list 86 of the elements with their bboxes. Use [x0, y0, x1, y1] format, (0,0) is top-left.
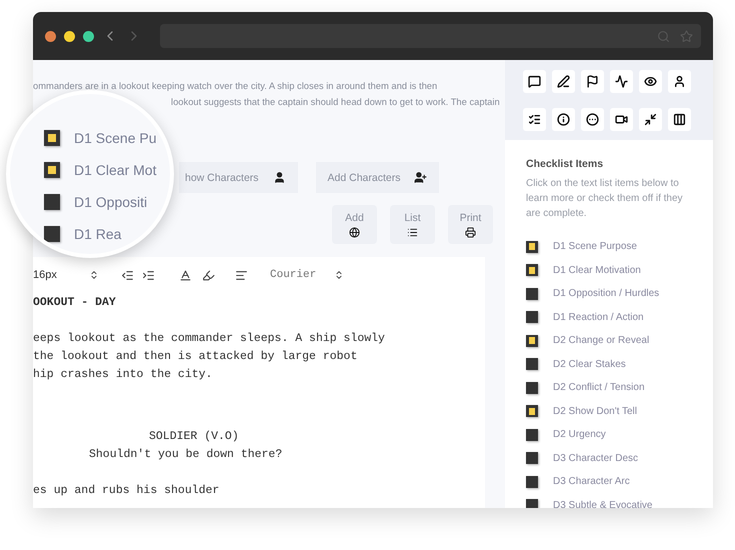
- checkbox[interactable]: [526, 499, 538, 508]
- tool-tile[interactable]: [552, 70, 575, 93]
- maximize-dot[interactable]: [83, 30, 94, 42]
- search-icon: [657, 30, 670, 42]
- checklist-title: Checklist Items: [526, 158, 604, 170]
- checkbox[interactable]: [526, 358, 538, 370]
- action-button[interactable]: List: [390, 205, 435, 244]
- tool-tile[interactable]: [639, 108, 662, 131]
- action-button[interactable]: Print: [448, 205, 493, 244]
- outdent-icon[interactable]: [121, 268, 134, 282]
- checklist-item: D1 Rea: [74, 226, 122, 242]
- checklist-item[interactable]: D2 Conflict / Tension: [553, 382, 645, 394]
- tool-tile[interactable]: [610, 70, 633, 93]
- characters-button[interactable]: how Characters: [179, 162, 298, 193]
- tool-tile[interactable]: [668, 108, 691, 131]
- close-dot[interactable]: [45, 30, 56, 42]
- eye-icon: [644, 75, 657, 88]
- description-text: ommanders are in a lookout keeping watch over the city. A ship closes in around them and is then: [33, 79, 438, 93]
- font-color-icon[interactable]: [179, 268, 192, 282]
- checkbox[interactable]: [526, 476, 538, 488]
- checklist-item[interactable]: D3 Character Desc: [553, 452, 638, 464]
- checklist-item[interactable]: D2 Show Don't Tell: [553, 406, 637, 417]
- tool-tile[interactable]: [523, 70, 546, 93]
- script-line: es up and rubs his shoulder: [33, 483, 220, 499]
- print-icon: [465, 226, 476, 238]
- font-select[interactable]: Courier: [270, 269, 344, 281]
- tool-tile[interactable]: [581, 108, 604, 131]
- arrows-icon: [644, 113, 657, 126]
- checklist-item[interactable]: D2 Clear Stakes: [553, 358, 626, 370]
- checkbox[interactable]: [526, 334, 538, 347]
- script-line: eeps lookout as the commander sleeps. A ship slowly: [33, 331, 386, 347]
- characters-button[interactable]: Add Characters: [316, 162, 440, 193]
- checklist-item: D1 Clear Mot: [74, 162, 156, 178]
- checklist-item: D1 Oppositi: [74, 194, 148, 210]
- user-icon: [272, 171, 286, 184]
- indent-icon[interactable]: [142, 268, 155, 282]
- checkbox[interactable]: [526, 288, 538, 300]
- tool-tile[interactable]: [523, 108, 546, 131]
- flag-icon: [586, 75, 599, 88]
- checklist-item[interactable]: D1 Reaction / Action: [553, 312, 644, 323]
- dots-circle-icon: [586, 113, 599, 126]
- checklist-item[interactable]: D3 Subtle & Evocative: [553, 500, 652, 508]
- checkbox[interactable]: [526, 264, 538, 276]
- checkbox[interactable]: [526, 405, 538, 418]
- checklist-item[interactable]: D1 Opposition / Hurdles: [553, 288, 660, 300]
- checklist-item: D1 Scene Pu: [74, 130, 156, 146]
- checklist-icon: [528, 113, 541, 126]
- script-line: SOLDIER (V.O): [148, 429, 240, 445]
- updown-icon: [89, 270, 99, 280]
- checkbox[interactable]: [526, 452, 538, 464]
- script-line: Shouldn't you be down there?: [88, 447, 284, 463]
- tool-tile[interactable]: [668, 70, 691, 93]
- tool-tile[interactable]: [610, 108, 633, 131]
- description-text: lookout suggests that the captain should head down to get to work. The captain: [170, 95, 501, 109]
- checklist-item[interactable]: D3 Character Arc: [553, 476, 630, 488]
- tool-tile[interactable]: [581, 70, 604, 93]
- text-pen-icon: [557, 75, 570, 88]
- person-icon: [673, 75, 686, 88]
- script-line: hip crashes into the city.: [33, 367, 214, 383]
- checkbox[interactable]: [526, 428, 538, 441]
- script-line: the lookout and then is attacked by large robot: [33, 349, 358, 365]
- action-button[interactable]: Add: [332, 205, 377, 244]
- checkbox[interactable]: [526, 240, 538, 253]
- columns-icon: [673, 113, 686, 126]
- checklist-item[interactable]: D1 Clear Motivation: [553, 264, 641, 276]
- info-icon: [557, 113, 570, 126]
- minimize-dot[interactable]: [64, 30, 75, 42]
- checkbox[interactable]: [526, 382, 538, 394]
- checkbox[interactable]: [526, 311, 538, 324]
- tool-tile[interactable]: [639, 70, 662, 93]
- wave-icon: [615, 75, 628, 88]
- checklist-item[interactable]: D1 Scene Purpose: [553, 241, 637, 252]
- star-icon: [680, 30, 693, 42]
- checklist-item[interactable]: D2 Change or Reveal: [553, 335, 650, 346]
- script-line: OOKOUT - DAY: [33, 295, 117, 311]
- highlight-icon[interactable]: [202, 268, 215, 282]
- user-plus-icon: [414, 171, 428, 184]
- tool-tile[interactable]: [552, 108, 575, 131]
- speech-bubble-icon: [528, 75, 541, 88]
- checklist-item[interactable]: D2 Urgency: [553, 429, 606, 440]
- list-icon: [407, 226, 418, 238]
- align-left-icon[interactable]: [235, 268, 248, 282]
- updown-icon: [334, 270, 344, 280]
- checklist-hint: Click on the text list items below to learn more or check them off if they are complete.: [526, 177, 684, 221]
- video-icon: [615, 113, 628, 126]
- font-size-select[interactable]: 16px: [33, 269, 99, 281]
